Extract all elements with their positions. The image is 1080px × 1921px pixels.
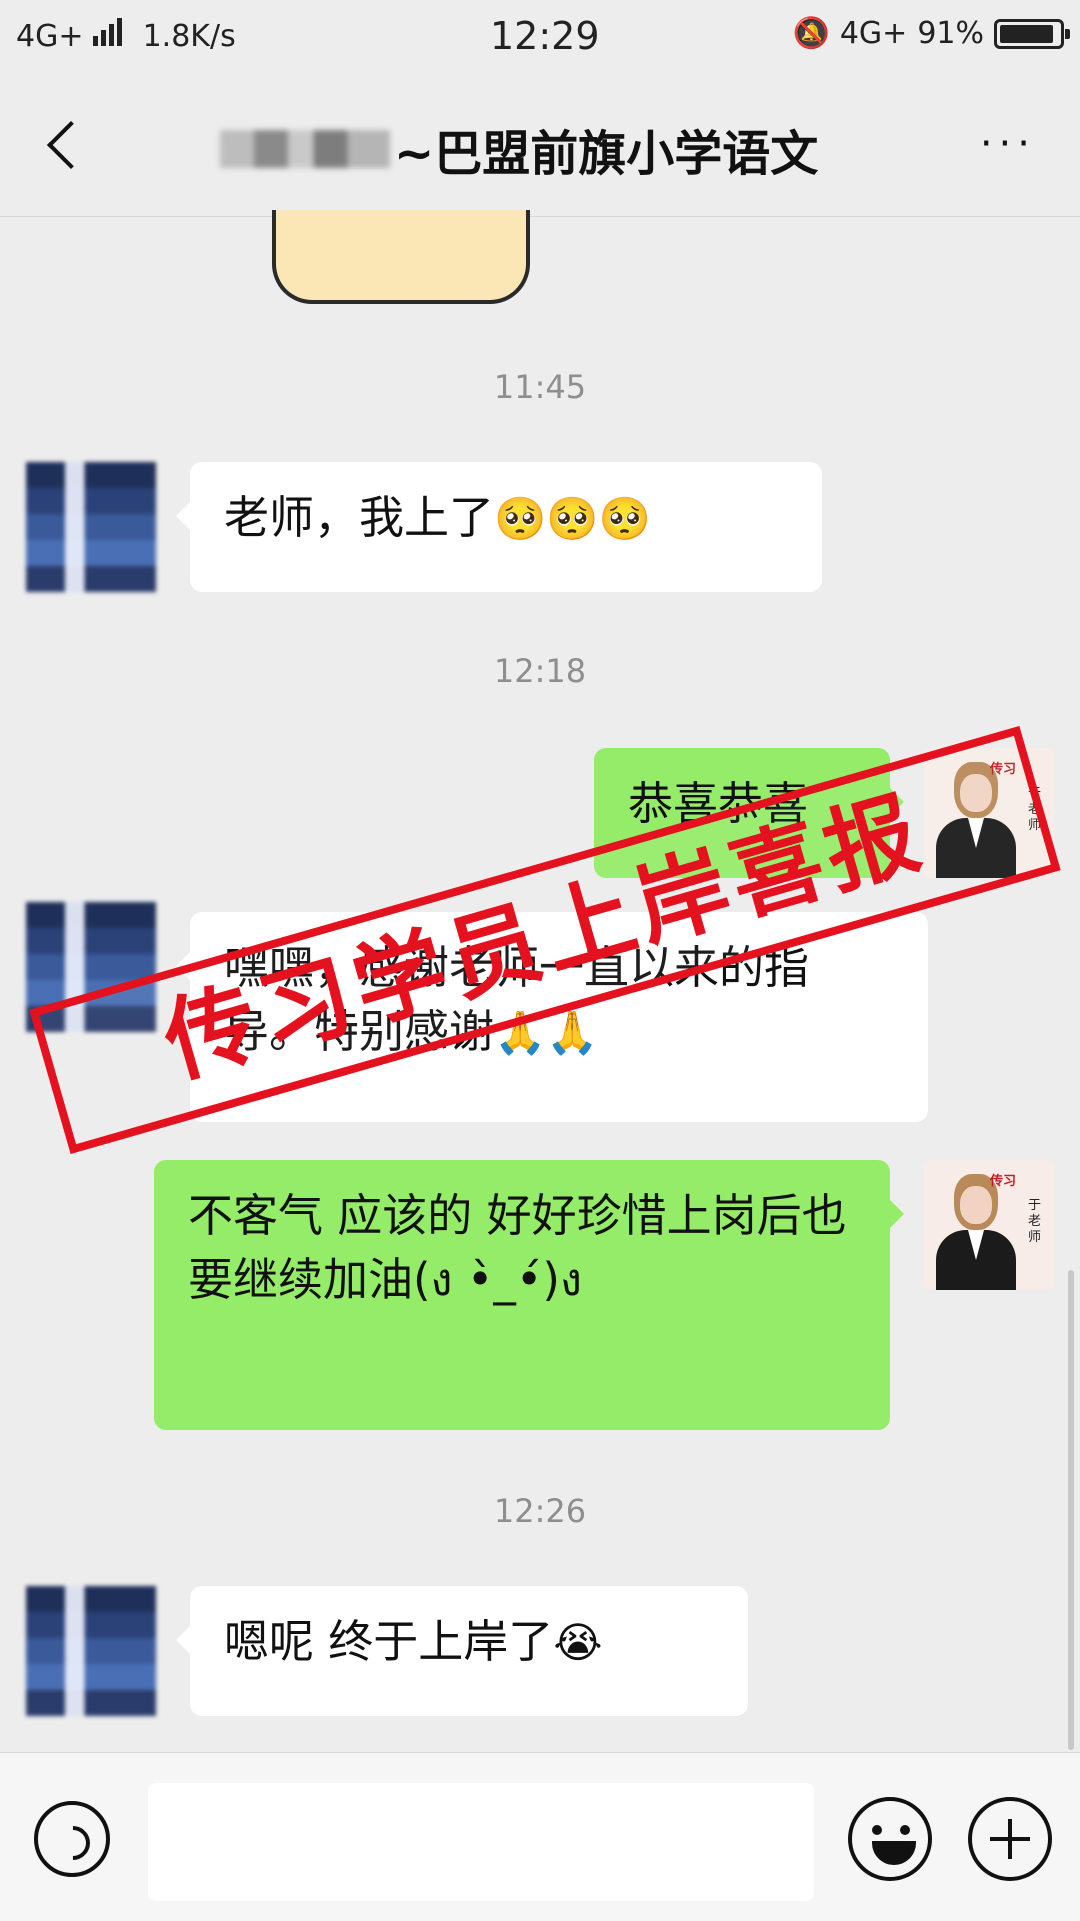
message-bubble[interactable]: 老师，我上了🥺🥺🥺 <box>176 462 822 592</box>
timestamp: 11:45 <box>493 368 587 406</box>
status-bar: 4G+ 1.8K/s 12:29 🔕 4G+ 91% <box>0 0 1080 76</box>
message-bubble[interactable]: 嗯呢 终于上岸了😭 <box>176 1586 748 1716</box>
message-text: 老师，我上了 <box>224 491 495 544</box>
chat-title-text: ~巴盟前旗小学语文 <box>394 126 819 182</box>
more-icon[interactable]: ··· <box>980 124 1036 164</box>
message-emoji: 😭 <box>553 1618 603 1667</box>
timestamp: 12:18 <box>493 652 587 690</box>
chat-title: ~巴盟前旗小学语文 <box>220 114 818 184</box>
timestamp: 12:26 <box>493 1492 587 1530</box>
blurred-name <box>220 130 390 168</box>
plus-icon[interactable] <box>968 1797 1052 1881</box>
voice-icon[interactable] <box>34 1801 110 1877</box>
signal-icon <box>93 18 125 54</box>
emoji-icon[interactable] <box>848 1797 932 1881</box>
network-type: 4G+ <box>16 19 84 54</box>
back-icon[interactable] <box>40 116 100 176</box>
message-text: 不客气 应该的 好好珍惜上岗后也要继续加油(ง •̀_•́)ง <box>188 1189 847 1306</box>
sticker-image <box>272 210 530 304</box>
avatar[interactable] <box>26 1586 156 1716</box>
status-left: 4G+ 1.8K/s <box>16 18 236 54</box>
right-network-type: 4G+ <box>839 16 908 51</box>
input-bar <box>0 1752 1080 1921</box>
mute-icon: 🔕 <box>792 16 830 51</box>
message-emoji: 🥺🥺🥺 <box>494 494 651 543</box>
battery-percent: 91% <box>917 16 984 51</box>
battery-icon <box>994 18 1070 49</box>
message-text: 嗯呢 终于上岸了 <box>224 1615 554 1668</box>
teacher-avatar[interactable]: 传习 于老师 <box>924 1160 1054 1290</box>
avatar[interactable] <box>26 462 156 592</box>
avatar-name: 于老师 <box>1028 1198 1042 1245</box>
status-right: 🔕 4G+ 91% <box>792 16 1070 51</box>
network-speed: 1.8K/s <box>142 19 236 54</box>
message-input[interactable] <box>148 1783 814 1901</box>
avatar-face <box>960 1186 992 1224</box>
status-time: 12:29 <box>490 14 600 58</box>
message-bubble[interactable]: 不客气 应该的 好好珍惜上岗后也要继续加油(ง •̀_•́)ง <box>154 1160 904 1430</box>
avatar-brand: 传习 <box>990 1174 1017 1189</box>
chat-header: ~巴盟前旗小学语文 ··· <box>0 76 1080 217</box>
scrollbar[interactable] <box>1068 1270 1074 1750</box>
